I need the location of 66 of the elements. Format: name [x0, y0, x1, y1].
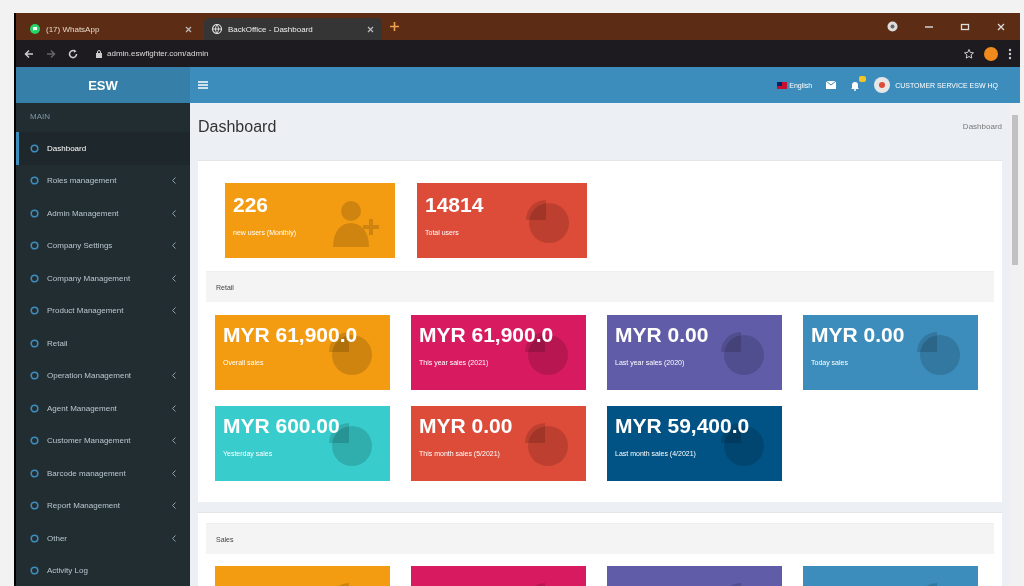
- circle-icon: [30, 533, 39, 543]
- circle-icon: [30, 566, 39, 576]
- avatar-icon: [874, 77, 891, 93]
- sidebar-item[interactable]: Roles management: [16, 164, 190, 197]
- circle-icon: [30, 273, 39, 283]
- sidebar-item[interactable]: Activity Log: [16, 554, 190, 586]
- close-icon[interactable]: [996, 21, 1006, 32]
- sidebar-item[interactable]: Admin Management: [16, 197, 190, 230]
- circle-icon: [30, 468, 39, 478]
- circle-icon: [30, 371, 39, 381]
- sidebar-heading: MAIN: [29, 111, 51, 123]
- reload-icon[interactable]: [68, 48, 78, 59]
- star-icon[interactable]: [964, 48, 974, 59]
- plus-icon[interactable]: [390, 22, 399, 31]
- envelope-icon[interactable]: [826, 81, 837, 89]
- sidebar-item[interactable]: Report Management: [16, 489, 190, 522]
- browser-tab[interactable]: BackOffice - Dashboard: [204, 18, 382, 40]
- circle-icon: [30, 436, 39, 446]
- sidebar-item[interactable]: Other: [16, 522, 190, 555]
- logo[interactable]: ESW: [16, 67, 190, 103]
- circle-icon: [30, 403, 39, 413]
- notification-badge: [859, 75, 867, 82]
- sales-value: MYR 0.00: [615, 323, 710, 347]
- forward-arrow-icon[interactable]: [46, 48, 56, 59]
- stat-value: 14814: [425, 193, 485, 217]
- scrollbar[interactable]: [1010, 103, 1020, 586]
- chat-icon: [30, 24, 40, 34]
- sales-value: MYR 59,400.0: [615, 414, 751, 438]
- circle-icon: [30, 176, 39, 186]
- circle-icon: [30, 241, 39, 251]
- page-title: Dashboard: [198, 117, 277, 136]
- sidebar-item[interactable]: Agent Management: [16, 392, 190, 425]
- circle-icon: [30, 338, 39, 348]
- circle-icon: [30, 306, 39, 316]
- address-field[interactable]: admin.eswfighter.com/admin: [107, 49, 209, 58]
- close-icon[interactable]: [185, 25, 192, 33]
- lock-icon: [96, 49, 102, 58]
- maximize-icon[interactable]: [960, 21, 970, 32]
- sidebar-item[interactable]: Operation Management: [16, 359, 190, 392]
- globe-icon: [212, 24, 222, 34]
- stat-value: 226: [233, 193, 270, 217]
- close-icon[interactable]: [367, 25, 374, 33]
- sales-value: MYR 600.00: [223, 414, 341, 438]
- sidebar-item[interactable]: Retail: [16, 327, 190, 360]
- circle-icon: [30, 208, 39, 218]
- menu-icon[interactable]: [198, 81, 208, 89]
- bell-icon[interactable]: [850, 79, 861, 91]
- breadcrumb[interactable]: Dashboard: [962, 122, 1002, 131]
- sidebar-item[interactable]: Company Management: [16, 262, 190, 295]
- avatar-icon[interactable]: [984, 46, 998, 61]
- more-icon[interactable]: [1008, 47, 1012, 60]
- profile-icon[interactable]: [887, 21, 898, 32]
- sales-value: MYR 0.00: [811, 323, 906, 347]
- sales-value: MYR 61,900.0: [223, 323, 359, 347]
- back-arrow-icon[interactable]: [24, 48, 34, 59]
- sidebar-item[interactable]: Product Management: [16, 294, 190, 327]
- circle-icon: [30, 143, 39, 153]
- circle-icon: [30, 501, 39, 511]
- sidebar-item[interactable]: Dashboard: [16, 132, 190, 165]
- flag-icon: [777, 81, 788, 89]
- sales-value: MYR 61,900.0: [419, 323, 555, 347]
- sidebar-item[interactable]: Company Settings: [16, 229, 190, 262]
- sidebar-item[interactable]: Barcode management: [16, 457, 190, 490]
- browser-tab[interactable]: (17) WhatsApp: [22, 18, 200, 40]
- sidebar-item[interactable]: Customer Management: [16, 424, 190, 457]
- sales-value: MYR 0.00: [419, 414, 514, 438]
